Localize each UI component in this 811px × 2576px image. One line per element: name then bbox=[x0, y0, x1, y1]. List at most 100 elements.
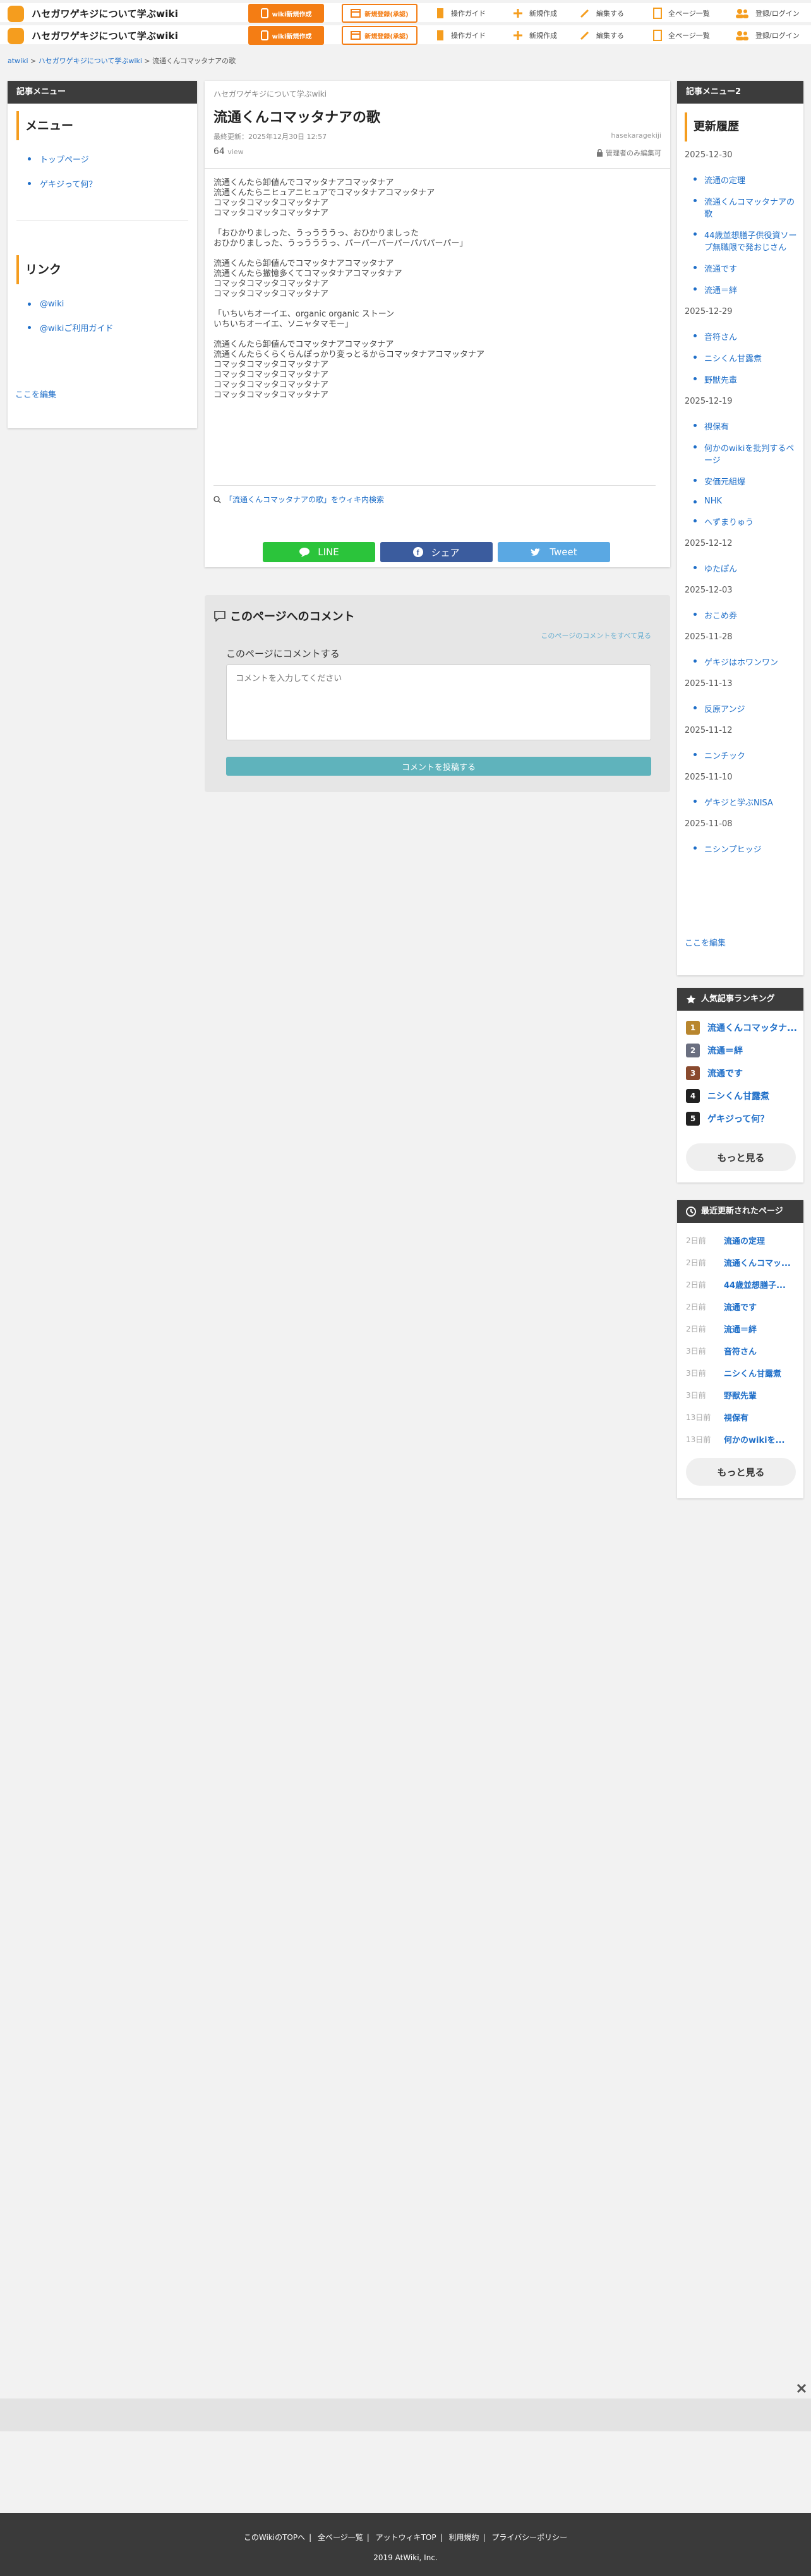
article-line: 「いちいちオーイエ、organic organic ストーン bbox=[213, 310, 395, 319]
author[interactable]: hasekaragekiji bbox=[611, 131, 661, 140]
article-line: 流通くんたら撤憶多くてコマッタナアコマッタナア bbox=[213, 269, 402, 279]
recent-item[interactable]: 2日前 流通です bbox=[686, 1301, 757, 1313]
history-item[interactable]: 安価元組爆 bbox=[694, 475, 798, 487]
recent-name[interactable]: 何かのwikiを... bbox=[724, 1433, 784, 1445]
ranking-item[interactable]: 3 流通です bbox=[686, 1066, 743, 1080]
comment-submit-button[interactable]: コメントを投稿する bbox=[226, 757, 651, 776]
history-item[interactable]: 流通くんコマッタナアの歌 bbox=[694, 195, 798, 219]
ranking-more-button[interactable]: もっと見る bbox=[686, 1143, 796, 1171]
recent-item[interactable]: 2日前 44歳並想膳子... bbox=[686, 1279, 786, 1291]
make-wiki-button[interactable]: wiki新規作成 bbox=[248, 4, 324, 23]
right-sidebar: 記事メニュー2 更新履歴 2025-12-30 流通の定理 流通くんコマッタナアの歌… bbox=[677, 81, 803, 975]
history-item[interactable]: 音符さん bbox=[694, 330, 798, 342]
facebook-icon: f bbox=[413, 547, 424, 557]
recent-item[interactable]: 3日前 音符さん bbox=[686, 1345, 757, 1357]
recent-item[interactable]: 2日前 流通の定理 bbox=[686, 1234, 765, 1246]
history-item[interactable]: ゲキジはホワンワン bbox=[694, 656, 798, 668]
recent-item[interactable]: 3日前 野獣先輩 bbox=[686, 1389, 757, 1401]
recent-name[interactable]: 流通の定理 bbox=[724, 1234, 765, 1246]
nav-login[interactable]: 登録/ログイン bbox=[735, 30, 800, 40]
see-all-comments-link[interactable]: このページのコメントをすべて見る bbox=[541, 630, 651, 641]
atwiki-logo-icon[interactable] bbox=[8, 28, 24, 44]
breadcrumb-atwiki[interactable]: atwiki bbox=[8, 57, 28, 65]
recent-name[interactable]: 音符さん bbox=[724, 1345, 757, 1357]
history-item[interactable]: 野獣先輩 bbox=[694, 373, 798, 385]
recent-item[interactable]: 13日前 何かのwikiを... bbox=[686, 1433, 784, 1445]
ranking-item[interactable]: 1 流通くんコマッタナ... bbox=[686, 1021, 797, 1035]
comment-box: このページへのコメント このページのコメントをすべて見る このページにコメントす… bbox=[205, 595, 670, 792]
site-title[interactable]: ハセガワゲキジについて学ぶwiki bbox=[32, 7, 178, 20]
footer-link-privacy[interactable]: プライバシーポリシー bbox=[491, 2533, 567, 2542]
history-item[interactable]: ニシくん甘露煮 bbox=[694, 352, 798, 364]
history-item[interactable]: 44歳並想膳子供役資ソープ無職限で発おじさん bbox=[694, 229, 798, 253]
history-item[interactable]: ニシンプヒッジ bbox=[694, 843, 798, 855]
atwiki-logo-icon[interactable] bbox=[8, 6, 24, 22]
nav-login[interactable]: 登録/ログイン bbox=[735, 8, 800, 18]
article-line: コマッタコマッタコマッタナア bbox=[213, 390, 329, 400]
copyright: 2019 AtWiki, Inc. bbox=[373, 2553, 438, 2562]
make-wiki-button[interactable]: wiki新規作成 bbox=[248, 26, 324, 45]
recent-box: 最近更新されたページ 2日前 流通の定理 2日前 流通くんコマッ... 2日前 44歳並想… bbox=[677, 1200, 803, 1498]
nav-new[interactable]: 新規作成 bbox=[513, 30, 557, 40]
recent-name[interactable]: 流通＝絆 bbox=[724, 1323, 757, 1335]
article-line: コマッタコマッタコマッタナア bbox=[213, 380, 329, 390]
footer-link-all-pages[interactable]: 全ページ一覧 bbox=[318, 2533, 363, 2542]
right-edit-link[interactable]: ここを編集 bbox=[685, 936, 726, 948]
nav-edit[interactable]: 編集する bbox=[580, 8, 624, 18]
history-item[interactable]: 視保有 bbox=[694, 420, 798, 432]
footer-link-terms[interactable]: 利用規約 bbox=[448, 2533, 479, 2542]
recent-name[interactable]: 44歳並想膳子... bbox=[724, 1279, 786, 1291]
nav-all-pages[interactable]: 全ページ一覧 bbox=[653, 8, 710, 19]
recent-item[interactable]: 2日前 流通くんコマッ... bbox=[686, 1256, 791, 1268]
nav-edit[interactable]: 編集する bbox=[580, 30, 624, 40]
history-item[interactable]: 流通です bbox=[694, 262, 798, 274]
recent-name[interactable]: 流通くんコマッ... bbox=[724, 1256, 791, 1268]
rank-number: 3 bbox=[686, 1066, 700, 1080]
history-item[interactable]: へずまりゅう bbox=[694, 515, 798, 527]
nav-all-pages[interactable]: 全ページ一覧 bbox=[653, 30, 710, 41]
rank-number: 4 bbox=[686, 1089, 700, 1103]
recent-ago: 13日前 bbox=[686, 1435, 711, 1444]
close-ad-button[interactable] bbox=[795, 2381, 808, 2395]
rank-number: 1 bbox=[686, 1021, 700, 1035]
footer-link-top[interactable]: このWikiのTOPへ bbox=[244, 2533, 305, 2542]
recent-item[interactable]: 2日前 流通＝絆 bbox=[686, 1323, 757, 1335]
recent-name[interactable]: ニシくん甘露煮 bbox=[724, 1367, 781, 1379]
history-item[interactable]: ゆたぽん bbox=[694, 562, 798, 574]
site-title[interactable]: ハセガワゲキジについて学ぶwiki bbox=[32, 29, 178, 42]
right-sidebar-head: 記事メニュー2 bbox=[677, 81, 803, 104]
share-line-button[interactable]: LINE bbox=[263, 542, 375, 562]
left-edit-link[interactable]: ここを編集 bbox=[15, 388, 56, 400]
breadcrumb-wiki[interactable]: ハセガワゲキジについて学ぶwiki bbox=[39, 57, 142, 65]
member-button[interactable]: 新規登録(承認) bbox=[342, 4, 418, 23]
footer-link-atwiki-top[interactable]: アットウィキTOP bbox=[376, 2533, 436, 2542]
lock-icon bbox=[596, 149, 603, 157]
recent-item[interactable]: 13日前 視保有 bbox=[686, 1411, 748, 1423]
recent-more-button[interactable]: もっと見る bbox=[686, 1458, 796, 1486]
recent-name[interactable]: 流通です bbox=[724, 1301, 757, 1313]
history-item[interactable]: 流通の定理 bbox=[694, 174, 798, 186]
recent-name[interactable]: 視保有 bbox=[724, 1411, 748, 1423]
nav-guide[interactable]: 操作ガイド bbox=[436, 8, 486, 19]
ranking-item[interactable]: 2 流通＝絆 bbox=[686, 1044, 743, 1057]
history-item[interactable]: ゲキジと学ぶNISA bbox=[694, 796, 798, 808]
history-item[interactable]: 流通＝絆 bbox=[694, 284, 798, 296]
nav-guide[interactable]: 操作ガイド bbox=[436, 30, 486, 41]
nav-new[interactable]: 新規作成 bbox=[513, 8, 557, 18]
recent-item[interactable]: 3日前 ニシくん甘露煮 bbox=[686, 1367, 781, 1379]
footer-links: このWikiのTOPへ | 全ページ一覧 | アットウィキTOP | 利用規約 | プラ… bbox=[243, 2533, 568, 2542]
member-button[interactable]: 新規登録(承認) bbox=[342, 26, 418, 45]
ranking-item[interactable]: 4 ニシくん甘露煮 bbox=[686, 1089, 769, 1103]
history-item[interactable]: 反原アンジ bbox=[694, 702, 798, 714]
wiki-search-link[interactable]: 「流通くんコマッタナアの歌」をウィキ内検索 bbox=[213, 494, 384, 505]
share-twitter-button[interactable]: Tweet bbox=[498, 542, 610, 562]
recent-name[interactable]: 野獣先輩 bbox=[724, 1389, 757, 1401]
plus-icon bbox=[513, 8, 523, 18]
comment-textarea[interactable] bbox=[226, 665, 651, 740]
ranking-item[interactable]: 5 ゲキジって何？ bbox=[686, 1112, 769, 1126]
history-item[interactable]: 何かのwikiを批判するページ bbox=[694, 442, 798, 466]
share-facebook-button[interactable]: f シェア bbox=[380, 542, 493, 562]
history-item[interactable]: NHK bbox=[694, 497, 798, 506]
history-item[interactable]: ニンチック bbox=[694, 749, 798, 761]
history-item[interactable]: おこめ券 bbox=[694, 609, 798, 621]
